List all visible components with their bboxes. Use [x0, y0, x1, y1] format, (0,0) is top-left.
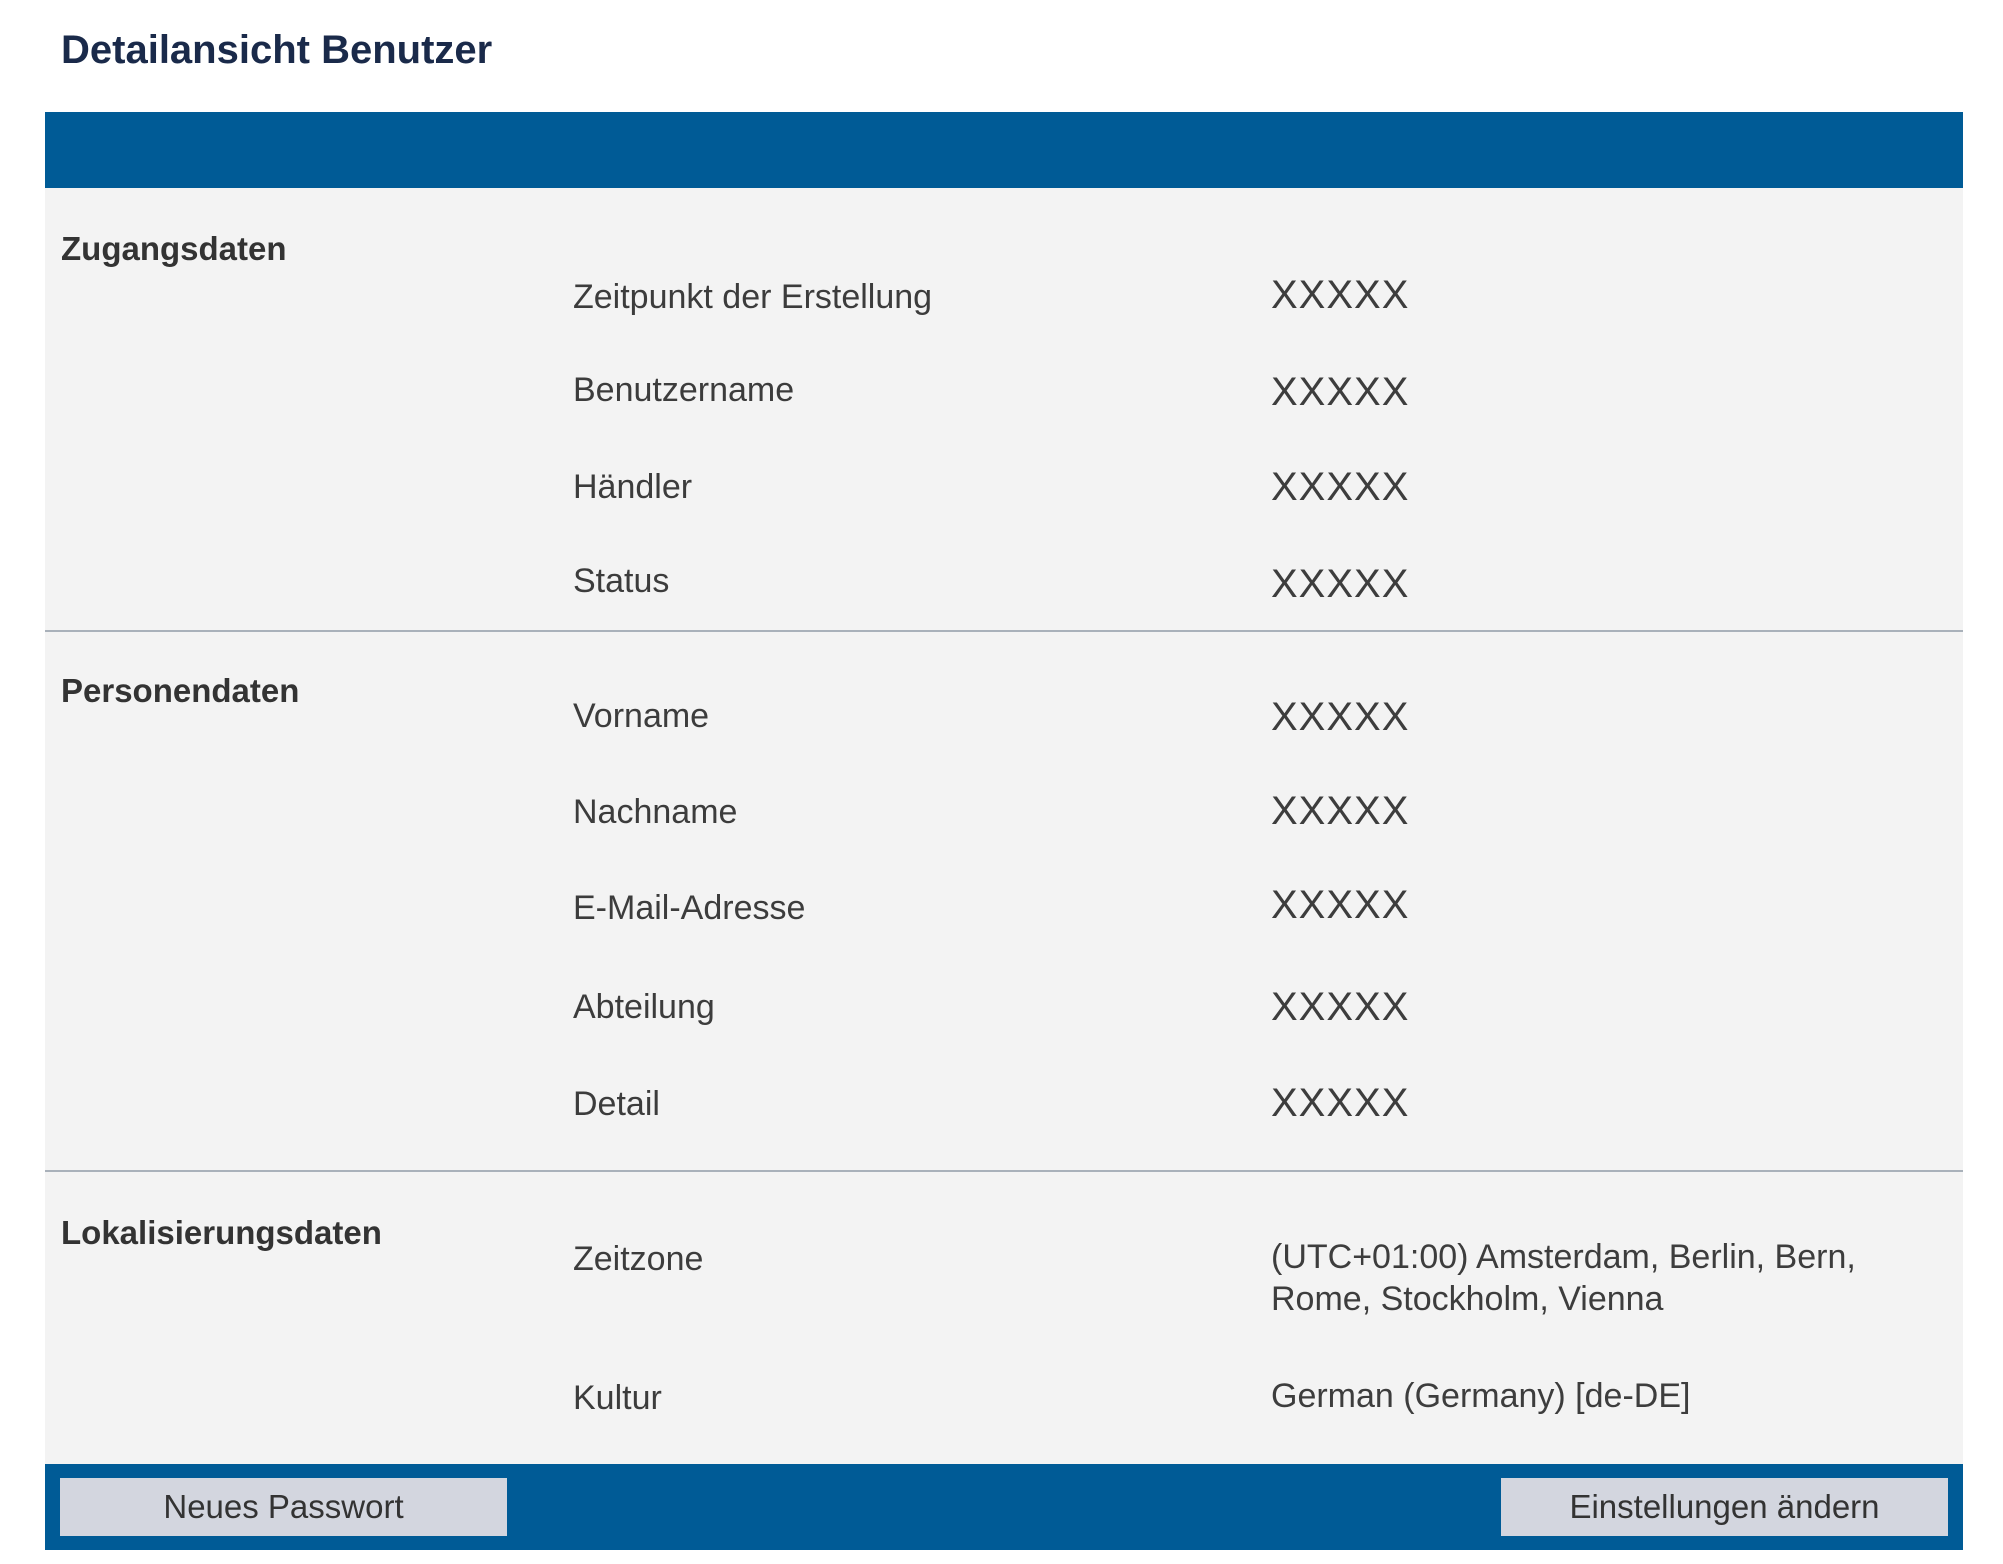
- field-label-created-at: Zeitpunkt der Erstellung: [573, 278, 933, 316]
- field-label-detail: Detail: [573, 1085, 660, 1123]
- field-label-department: Abteilung: [573, 988, 715, 1026]
- section-localization-data: Lokalisierungsdaten Zeitzone (UTC+01:00)…: [45, 1172, 1963, 1462]
- user-detail-panel: Zugangsdaten Zeitpunkt der Erstellung XX…: [45, 112, 1963, 1550]
- field-label-culture: Kultur: [573, 1379, 662, 1417]
- field-value-department: XXXXX: [1271, 985, 1410, 1029]
- field-label-timezone: Zeitzone: [573, 1240, 704, 1278]
- field-value-first-name: XXXXX: [1271, 695, 1410, 739]
- field-label-email: E-Mail-Adresse: [573, 889, 806, 927]
- field-value-last-name: XXXXX: [1271, 789, 1410, 833]
- field-value-status: XXXXX: [1271, 562, 1410, 606]
- section-access-data: Zugangsdaten Zeitpunkt der Erstellung XX…: [45, 188, 1963, 606]
- new-password-button[interactable]: Neues Passwort: [60, 1478, 507, 1536]
- panel-header-bar: [45, 112, 1963, 188]
- section-title-access-data: Zugangsdaten: [61, 230, 287, 267]
- field-label-last-name: Nachname: [573, 793, 738, 831]
- field-value-email: XXXXX: [1271, 883, 1410, 927]
- change-settings-button[interactable]: Einstellungen ändern: [1501, 1478, 1948, 1536]
- field-label-first-name: Vorname: [573, 697, 710, 735]
- section-person-data: Personendaten Vorname XXXXX Nachname XXX…: [45, 632, 1963, 1152]
- page-title: Detailansicht Benutzer: [61, 28, 493, 72]
- field-value-culture: German (Germany) [de-DE]: [1271, 1377, 1691, 1415]
- field-value-username: XXXXX: [1271, 370, 1410, 414]
- field-label-username: Benutzername: [573, 371, 795, 409]
- field-value-detail: XXXXX: [1271, 1081, 1410, 1125]
- section-title-person-data: Personendaten: [61, 672, 300, 709]
- field-value-timezone: (UTC+01:00) Amsterdam, Berlin, Bern, Rom…: [1271, 1238, 1856, 1318]
- field-value-created-at: XXXXX: [1271, 273, 1410, 317]
- field-value-dealer: XXXXX: [1271, 465, 1410, 509]
- field-label-status: Status: [573, 562, 670, 600]
- field-label-dealer: Händler: [573, 468, 693, 506]
- section-title-localization-data: Lokalisierungsdaten: [61, 1214, 382, 1251]
- panel-footer-bar: Neues Passwort Einstellungen ändern: [45, 1464, 1963, 1550]
